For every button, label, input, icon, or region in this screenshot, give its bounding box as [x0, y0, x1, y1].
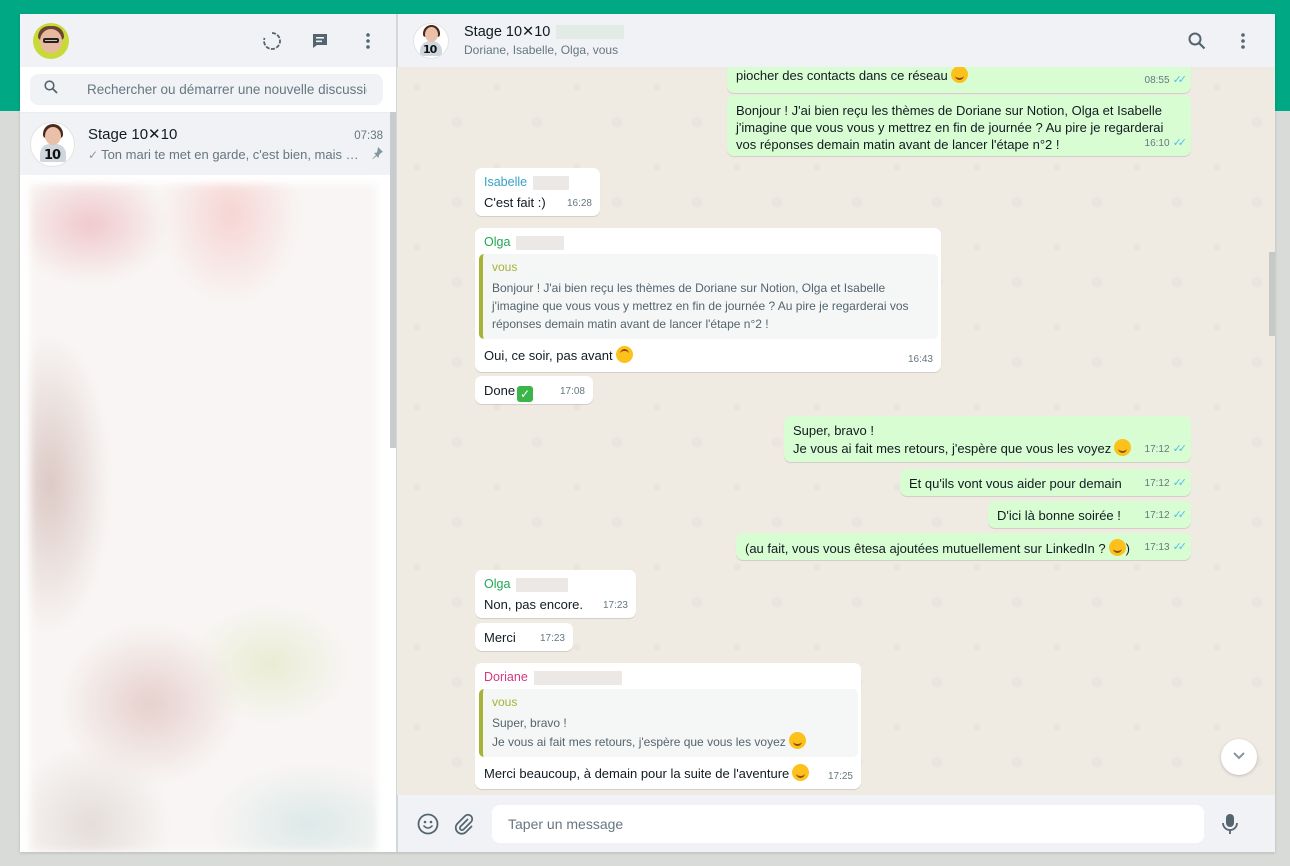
sender-name: Olga	[484, 235, 511, 249]
menu-icon[interactable]	[1231, 29, 1255, 53]
read-tick-icon: ✓✓	[1172, 74, 1188, 86]
smile-emoji	[950, 67, 968, 83]
message-list[interactable]: piocher des contacts dans ce réseau 08:5…	[397, 67, 1275, 795]
group-avatar: 10	[30, 121, 75, 167]
smile-emoji	[1114, 439, 1132, 456]
composer	[397, 795, 1275, 852]
sender-name: Isabelle	[484, 175, 528, 189]
quoted-message[interactable]: vous Bonjour ! J'ai bien reçu les thèmes…	[479, 254, 938, 339]
conversation-header[interactable]: 10 Stage 10✕10 Doriane, Isabelle, Olga, …	[397, 14, 1275, 67]
message-input[interactable]	[492, 804, 1204, 843]
conversation-title: Stage 10✕10	[464, 24, 551, 40]
chevron-down-icon	[1232, 748, 1246, 767]
read-tick-icon: ✓✓	[1172, 137, 1188, 149]
quoted-message[interactable]: vous Super, bravo ! Je vous ai fait mes …	[479, 689, 858, 757]
sidebar: 10 Stage 10✕10 07:38 ✓ Ton mari te met e…	[20, 14, 397, 852]
avatar[interactable]	[33, 22, 69, 59]
sidebar-header	[20, 14, 396, 67]
message-outgoing[interactable]: D'ici là bonne soirée ! 17:12 ✓✓	[988, 501, 1191, 528]
search-icon[interactable]	[44, 80, 58, 99]
message-outgoing[interactable]: piocher des contacts dans ce réseau 08:5…	[727, 67, 1191, 93]
mic-icon[interactable]	[1218, 812, 1242, 836]
read-tick-icon: ✓✓	[1172, 443, 1188, 455]
attach-icon[interactable]	[452, 812, 476, 836]
menu-icon[interactable]	[356, 29, 380, 53]
chat-time: 07:38	[354, 129, 383, 142]
message-outgoing[interactable]: Et qu'ils vont vous aider pour demain 17…	[900, 469, 1191, 496]
conversation-scrollbar[interactable]	[1269, 252, 1275, 336]
pin-icon	[371, 146, 383, 164]
message-incoming[interactable]: Isabelle C'est fait :) 16:28	[475, 168, 600, 216]
check-emoji: ✓	[517, 386, 534, 402]
blurred-chat-list	[30, 184, 377, 852]
chat-list-item[interactable]: 10 Stage 10✕10 07:38 ✓ Ton mari te met e…	[20, 113, 396, 175]
scroll-down-button[interactable]	[1221, 739, 1257, 775]
read-tick-icon: ✓✓	[1172, 541, 1188, 553]
message-incoming[interactable]: Olga vous Bonjour ! J'ai bien reçu les t…	[475, 228, 941, 372]
new-chat-icon[interactable]	[308, 29, 332, 53]
search-input[interactable]	[87, 82, 367, 97]
status-icon[interactable]	[260, 29, 284, 53]
sender-name: Doriane	[484, 670, 528, 684]
sent-tick-icon: ✓	[88, 147, 99, 162]
emoji-icon[interactable]	[416, 812, 440, 836]
sender-name: Olga	[484, 577, 511, 591]
message-outgoing[interactable]: Bonjour ! J'ai bien reçu les thèmes de D…	[727, 95, 1191, 156]
message-incoming[interactable]: Olga Non, pas encore. 17:23	[475, 570, 636, 618]
conversation-pane: 10 Stage 10✕10 Doriane, Isabelle, Olga, …	[397, 14, 1275, 852]
search-box	[30, 74, 383, 105]
message-incoming[interactable]: Doriane vous Super, bravo ! Je vous ai f…	[475, 663, 861, 789]
search-icon[interactable]	[1185, 29, 1209, 53]
sidebar-search	[20, 67, 396, 113]
message-outgoing[interactable]: (au fait, vous vous êtesa ajoutées mutue…	[736, 533, 1191, 560]
sidebar-scrollbar[interactable]	[390, 112, 396, 448]
whatsapp-window: 10 Stage 10✕10 07:38 ✓ Ton mari te met e…	[20, 14, 1275, 852]
read-tick-icon: ✓✓	[1172, 477, 1188, 489]
message-outgoing[interactable]: Super, bravo ! Je vous ai fait mes retou…	[784, 416, 1191, 462]
wink-emoji	[1108, 539, 1126, 556]
message-incoming[interactable]: Merci 17:23	[475, 623, 573, 651]
group-avatar[interactable]: 10	[413, 22, 449, 59]
hug-emoji	[792, 764, 810, 781]
smile-emoji	[788, 732, 806, 749]
chat-name: Stage 10✕10	[88, 125, 178, 143]
chat-last-message: Ton mari te met en garde, c'est bien, ma…	[101, 147, 365, 162]
message-incoming[interactable]: Done ✓ 17:08	[475, 376, 593, 404]
conversation-members: Doriane, Isabelle, Olga, vous	[464, 43, 619, 57]
upside-down-smile-emoji	[615, 346, 633, 363]
read-tick-icon: ✓✓	[1172, 509, 1188, 521]
